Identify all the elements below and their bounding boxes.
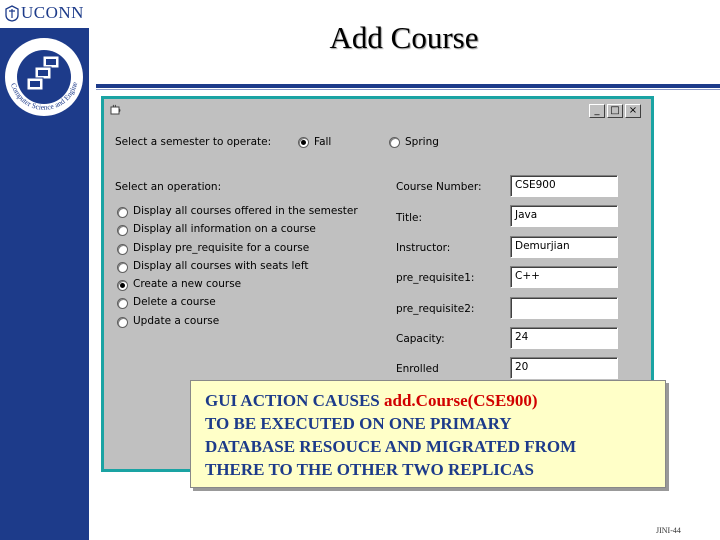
course-number-input[interactable]: CSE900 [510, 175, 618, 197]
callout-box: GUI ACTION CAUSES add.Course(CSE900) TO … [190, 380, 666, 488]
op-label: Create a new course [133, 278, 242, 290]
callout-highlight: add.Course(CSE900) [384, 391, 538, 410]
capacity-input[interactable]: 24 [510, 327, 618, 349]
radio-spring-label: Spring [405, 136, 439, 148]
callout-line-3: DATABASE RESOUCE AND MIGRATED FROM [205, 437, 577, 456]
instructor-label: Instructor: [396, 242, 451, 254]
op-label: Display all courses offered in the semes… [133, 205, 358, 217]
radio-op-prereq[interactable] [117, 244, 128, 255]
title-input[interactable]: Java [510, 205, 618, 227]
prerequisite1-label: pre_requisite1: [396, 272, 475, 284]
radio-spring[interactable] [389, 137, 400, 148]
capacity-label: Capacity: [396, 333, 445, 345]
op-label: Display pre_requisite for a course [133, 242, 310, 254]
course-number-label: Course Number: [396, 181, 482, 193]
window-controls: _ □ × [589, 104, 641, 118]
maximize-button[interactable]: □ [607, 104, 623, 118]
op-label: Display all courses with seats left [133, 260, 309, 272]
slide-title: Add Course [329, 20, 479, 55]
enrolled-label: Enrolled [396, 363, 439, 375]
prerequisite1-input[interactable]: C++ [510, 266, 618, 288]
prerequisite2-label: pre_requisite2: [396, 303, 475, 315]
op-label: Delete a course [133, 296, 216, 308]
callout-line-4: THERE TO THE OTHER TWO REPLICAS [205, 460, 534, 479]
radio-fall[interactable] [298, 137, 309, 148]
radio-op-update[interactable] [117, 317, 128, 328]
university-seal-icon [5, 5, 19, 22]
enrolled-input[interactable]: 20 [510, 357, 618, 379]
radio-op-display-all[interactable] [117, 207, 128, 218]
radio-op-delete[interactable] [117, 298, 128, 309]
uconn-logo: UCONN [0, 0, 89, 28]
java-app-icon [110, 104, 121, 115]
semester-prompt: Select a semester to operate: [115, 136, 272, 148]
slide-number: JINI-44 [656, 526, 681, 535]
callout-line-1: GUI ACTION CAUSES add.Course(CSE900) [205, 389, 651, 412]
title-divider [96, 84, 720, 88]
op-label: Display all information on a course [133, 223, 316, 235]
radio-fall-label: Fall [314, 136, 332, 148]
callout-prefix: GUI ACTION CAUSES [205, 391, 385, 410]
operation-prompt: Select an operation: [115, 181, 222, 193]
title-label: Title: [396, 212, 423, 224]
instructor-input[interactable]: Demurjian [510, 236, 618, 258]
logo-text: UCONN [21, 3, 84, 22]
radio-op-seats-left[interactable] [117, 262, 128, 273]
callout-line-2: TO BE EXECUTED ON ONE PRIMARY [205, 414, 512, 433]
radio-op-create[interactable] [117, 280, 128, 291]
title-divider-thin [96, 89, 720, 90]
minimize-button[interactable]: _ [589, 104, 605, 118]
cse-department-badge: Computer Science and Engineering [3, 36, 83, 116]
op-label: Update a course [133, 315, 220, 327]
radio-op-display-info[interactable] [117, 225, 128, 236]
prerequisite2-input[interactable] [510, 297, 618, 319]
close-button[interactable]: × [625, 104, 641, 118]
